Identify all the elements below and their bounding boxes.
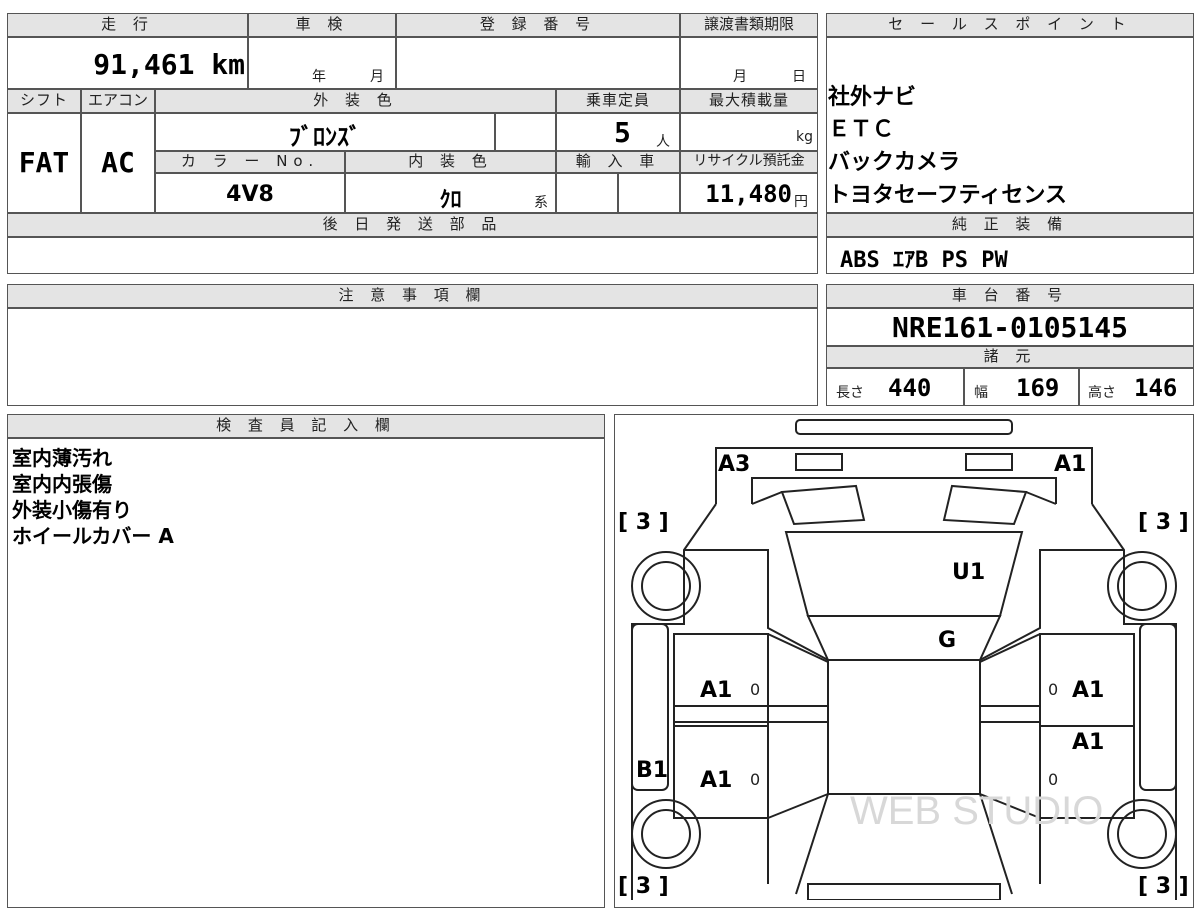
- load-unit: kg: [796, 129, 813, 145]
- zero-right-rear: 0: [1048, 770, 1059, 789]
- tire-front-right: [ 3 ]: [1138, 510, 1189, 535]
- inspector-note: ホイールカバー A: [12, 524, 174, 548]
- sales-point-item: バックカメラ: [828, 150, 961, 175]
- capacity-header: 乗車定員: [556, 89, 680, 113]
- later-parts-header: 後 日 発 送 部 品: [7, 213, 818, 237]
- reg-no-header: 登 録 番 号: [396, 13, 680, 37]
- max-load-header: 最大積載量: [680, 89, 818, 113]
- capacity-unit: 人: [656, 134, 670, 150]
- recycle-header: リサイクル預託金: [680, 151, 818, 173]
- code-front-left: A3: [718, 452, 751, 477]
- exterior-color-header: 外 装 色: [155, 89, 556, 113]
- roof-shape: [806, 615, 1002, 661]
- tire-rear-right: [ 3 ]: [1138, 874, 1189, 899]
- diagram-watermark: WEB STUDIO: [850, 789, 1103, 833]
- sales-point-item: ＥＴＣ: [828, 117, 895, 142]
- sales-point-header: セ ー ル ス ポ イ ン ト: [826, 13, 1194, 37]
- inspector-header: 検 査 員 記 入 欄: [7, 414, 605, 438]
- headlight-left-shape: [795, 453, 843, 471]
- genuine-equipment-value: ABS ｴｱB PS PW: [840, 248, 1008, 273]
- code-front-right: A1: [1054, 452, 1087, 477]
- mileage-value: 91,461 km: [93, 48, 245, 81]
- shaken-year-unit: 年: [312, 69, 326, 85]
- specs-header: 諸 元: [826, 346, 1194, 368]
- code-left-front-door: A1: [700, 678, 733, 703]
- deadline-month-unit: 月: [733, 69, 747, 85]
- capacity-value: 5: [614, 116, 631, 149]
- width-value: 169: [1016, 374, 1060, 402]
- sales-point-item: トヨタセーフティセンス: [828, 183, 1067, 208]
- code-roof: U1: [952, 560, 986, 585]
- later-parts-cell: [7, 237, 818, 274]
- wheel-rear-right-inner-shape: [1117, 809, 1167, 859]
- height-label: 高さ: [1088, 385, 1116, 401]
- code-windshield: G: [938, 628, 957, 653]
- length-label: 長さ: [836, 385, 864, 401]
- chassis-no-header: 車 台 番 号: [826, 284, 1194, 308]
- exterior-color-extra-cell: [495, 113, 556, 151]
- wheel-front-right-inner-shape: [1117, 561, 1167, 611]
- inspector-note: 室内内張傷: [12, 472, 112, 496]
- shaken-header: 車 検: [248, 13, 396, 37]
- shift-value: FAT: [18, 146, 70, 179]
- inspector-note: 外装小傷有り: [12, 498, 132, 522]
- inspector-note: 室内薄汚れ: [12, 446, 112, 470]
- aircon-header: エアコン: [81, 89, 155, 113]
- tire-rear-left: [ 3 ]: [618, 874, 669, 899]
- zero-left-rear: 0: [750, 770, 761, 789]
- interior-color-value: ｸﾛ: [439, 188, 462, 213]
- import-header: 輸 入 車: [556, 151, 680, 173]
- zero-right-front: 0: [1048, 680, 1059, 699]
- mileage-header: 走 行: [7, 13, 248, 37]
- import-cell-a: [556, 173, 618, 213]
- chassis-no-value: NRE161-0105145: [891, 311, 1128, 344]
- exterior-color-value: ﾌﾞﾛﾝｽﾞ: [289, 123, 361, 151]
- wheel-front-left-inner-shape: [641, 561, 691, 611]
- width-label: 幅: [974, 385, 988, 401]
- code-left-rear-door: A1: [700, 768, 733, 793]
- front-bumper-shape: [795, 419, 1013, 435]
- shaken-month-unit: 月: [370, 69, 384, 85]
- notes-header: 注 意 事 項 欄: [7, 284, 818, 308]
- wheel-rear-left-inner-shape: [641, 809, 691, 859]
- recycle-value: 11,480: [705, 180, 792, 208]
- aircon-value: AC: [101, 146, 135, 179]
- cabin-shape: [795, 659, 1013, 895]
- tire-front-left: [ 3 ]: [618, 510, 669, 535]
- genuine-equipment-header: 純 正 装 備: [826, 213, 1194, 237]
- recycle-unit: 円: [794, 194, 808, 210]
- transfer-deadline-header: 譲渡書類期限: [680, 13, 818, 37]
- rear-bumper-shape: [807, 883, 1001, 900]
- car-diagram: WEB STUDIO: [631, 419, 1177, 900]
- shift-header: シフト: [7, 89, 81, 113]
- color-no-header: カ ラ ー No.: [155, 151, 345, 173]
- notes-cell: [7, 308, 818, 406]
- code-right-front-door: A1: [1072, 678, 1105, 703]
- height-value: 146: [1134, 374, 1178, 402]
- interior-color-header: 内 装 色: [345, 151, 556, 173]
- color-no-value: 4V8: [226, 182, 274, 207]
- reg-no-cell: [396, 37, 680, 89]
- interior-color-suffix: 系: [534, 195, 548, 211]
- right-rocker-shape: [1139, 623, 1177, 791]
- sales-point-item: 社外ナビ: [828, 85, 917, 110]
- code-right-rear-upper: A1: [1072, 730, 1105, 755]
- import-cell-b: [618, 173, 680, 213]
- length-value: 440: [888, 374, 932, 402]
- headlight-right-shape: [965, 453, 1013, 471]
- windshield-shape: [784, 531, 1024, 617]
- deadline-day-unit: 日: [792, 69, 806, 85]
- code-left-rocker: B1: [636, 758, 669, 783]
- zero-left-front: 0: [750, 680, 761, 699]
